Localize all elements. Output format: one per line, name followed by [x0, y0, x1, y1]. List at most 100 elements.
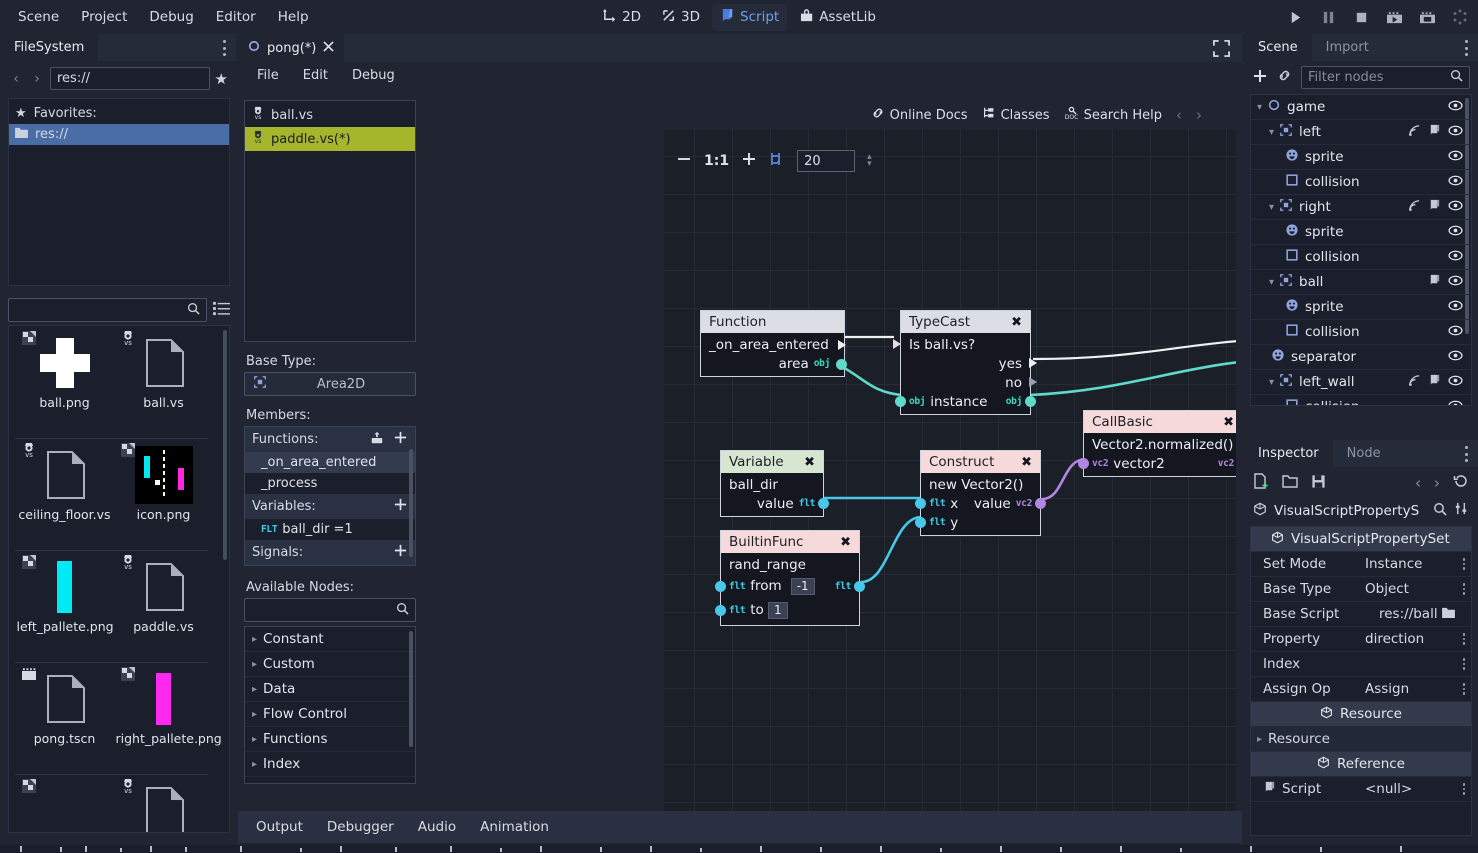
graph-node-function[interactable]: Function _on_area_entered area obj [700, 310, 845, 377]
fullscreen-icon[interactable] [1213, 40, 1230, 57]
graph-node-variable[interactable]: Variable ✖ ball_dir value flt [720, 450, 824, 517]
graph-node-port-row[interactable]: obj instance obj [901, 392, 1030, 411]
scene-node-sprite[interactable]: sprite [1251, 220, 1471, 245]
scene-node-sprite[interactable]: sprite [1251, 145, 1471, 170]
scene-node-ball[interactable]: ▾ ball [1251, 270, 1471, 295]
file-item[interactable]: ball.png [15, 326, 114, 438]
graph-node-construct[interactable]: Construct ✖ new Vector2() flt x [920, 450, 1041, 536]
minus-icon[interactable] [676, 151, 692, 171]
script-menu-edit[interactable]: Edit [294, 65, 337, 86]
property-menu-icon[interactable] [1457, 658, 1471, 670]
scene-node-collision[interactable]: collision [1251, 245, 1471, 270]
bottom-tab-animation[interactable]: Animation [470, 815, 559, 839]
visibility-icon[interactable] [1448, 349, 1463, 365]
new-resource-icon[interactable] [1253, 473, 1269, 493]
snap-spinner[interactable]: ▴▾ [867, 154, 872, 168]
scene-node-game[interactable]: ▾ game [1251, 95, 1471, 120]
chevron-down-icon[interactable]: ▾ [1269, 202, 1274, 213]
stop-icon[interactable] [1351, 7, 1371, 27]
data-in-port[interactable] [895, 396, 906, 407]
play-icon[interactable] [1285, 7, 1305, 27]
pause-icon[interactable] [1318, 7, 1338, 27]
menu-project[interactable]: Project [71, 5, 137, 29]
link-icon[interactable] [1277, 68, 1292, 87]
tab-node[interactable]: Node [1333, 440, 1395, 467]
members-scrollbar[interactable] [409, 449, 413, 557]
property-menu-icon[interactable] [1457, 683, 1471, 695]
graph-node-port-row[interactable]: flt y [921, 513, 1040, 532]
bottom-tab-audio[interactable]: Audio [408, 815, 466, 839]
menu-help[interactable]: Help [268, 5, 319, 29]
property-value[interactable]: Assign [1365, 681, 1457, 697]
member-function-on-area-entered[interactable]: _on_area_entered [245, 452, 415, 473]
signals-icon[interactable] [1408, 124, 1421, 141]
available-node-constant[interactable]: ▸ Constant [245, 627, 415, 652]
signals-icon[interactable] [1408, 374, 1421, 391]
visibility-icon[interactable] [1448, 299, 1463, 315]
close-icon[interactable]: ✖ [804, 455, 815, 470]
script-menu-debug[interactable]: Debug [343, 65, 404, 86]
tab-scene[interactable]: Scene [1244, 34, 1312, 61]
close-icon[interactable]: ✖ [840, 535, 851, 550]
online-docs-button[interactable]: Online Docs [871, 106, 968, 124]
visibility-icon[interactable] [1448, 174, 1463, 190]
property-menu-icon[interactable] [1457, 633, 1471, 645]
property-value[interactable]: direction [1365, 631, 1457, 647]
property-value[interactable]: res://ball [1379, 606, 1438, 622]
graph-node-port-row[interactable]: Is ball.vs? [901, 335, 1030, 354]
visibility-icon[interactable] [1448, 149, 1463, 165]
graph-node-port-row[interactable]: value flt [721, 494, 823, 513]
chevron-down-icon[interactable]: ▾ [1269, 377, 1274, 388]
scene-node-right[interactable]: ▾ right [1251, 195, 1471, 220]
file-item[interactable]: left_pallete.png [15, 550, 114, 662]
menu-debug[interactable]: Debug [139, 5, 203, 29]
script-attached-icon[interactable] [1428, 374, 1441, 391]
data-out-port[interactable] [836, 359, 847, 370]
available-node-functions[interactable]: ▸ Functions [245, 727, 415, 752]
graph-node-port-row[interactable]: no [901, 373, 1030, 392]
available-nodes-scrollbar[interactable] [409, 631, 413, 747]
scene-node-left-wall[interactable]: ▾ left_wall [1251, 370, 1471, 395]
caret-right-icon[interactable]: ▸ [252, 659, 257, 670]
history-next-icon[interactable]: › [1434, 474, 1440, 492]
graph-node-port-row[interactable]: _on_area_entered [701, 335, 844, 354]
filesystem-grid-scrollbar[interactable] [223, 330, 227, 560]
data-in-port[interactable] [715, 581, 726, 592]
close-icon[interactable] [323, 41, 334, 56]
port-value-input[interactable]: 1 [768, 602, 788, 619]
graph-node-header[interactable]: CallBasic ✖ [1084, 411, 1236, 433]
bottom-tab-debugger[interactable]: Debugger [317, 815, 404, 839]
graph-node-port-row[interactable]: vc2 vector2 vc2 [1084, 454, 1236, 473]
property-value[interactable]: <null> [1365, 781, 1457, 797]
mode-button-assetlib[interactable]: AssetLib [791, 4, 884, 31]
zoom-reset-label[interactable]: 1:1 [704, 153, 729, 169]
file-item[interactable]: vs ceiling_floor.vs [15, 438, 114, 550]
search-help-button[interactable]: DOC Search Help [1064, 106, 1162, 124]
help-prev-icon[interactable]: ‹ [1176, 106, 1182, 124]
scene-node-collision[interactable]: collision [1251, 170, 1471, 195]
script-attached-icon[interactable] [1428, 124, 1441, 141]
path-input[interactable]: res:// [50, 67, 210, 90]
script-list-item-ball[interactable]: vs ball.vs [245, 103, 415, 127]
data-out-port[interactable] [818, 498, 829, 509]
caret-right-icon[interactable]: ▸ [252, 734, 257, 745]
graph-node-typecast[interactable]: TypeCast ✖ Is ball.vs? yes no [900, 310, 1031, 415]
menu-editor[interactable]: Editor [206, 5, 266, 29]
chevron-down-icon[interactable]: ▾ [1269, 127, 1274, 138]
tree-row-res[interactable]: res:// [9, 124, 229, 145]
port-value-input[interactable]: -1 [791, 578, 815, 595]
available-node-data[interactable]: ▸ Data [245, 677, 415, 702]
tree-row-favorites[interactable]: ★ Favorites: [9, 103, 229, 124]
tab-import[interactable]: Import [1312, 34, 1383, 61]
visibility-icon[interactable] [1448, 274, 1463, 290]
sequence-in-port[interactable] [893, 339, 901, 349]
sequence-out-port[interactable] [1029, 377, 1037, 387]
chevron-left-icon[interactable]: ‹ [8, 71, 24, 87]
tools-icon[interactable] [1454, 501, 1469, 520]
caret-right-icon[interactable]: ▸ [252, 709, 257, 720]
chevron-down-icon[interactable]: ▾ [1269, 277, 1274, 288]
member-function-process[interactable]: _process [245, 473, 415, 494]
data-in-port[interactable] [715, 605, 726, 616]
script-attached-icon[interactable] [1428, 274, 1441, 291]
graph-node-header[interactable]: Variable ✖ [721, 451, 823, 473]
